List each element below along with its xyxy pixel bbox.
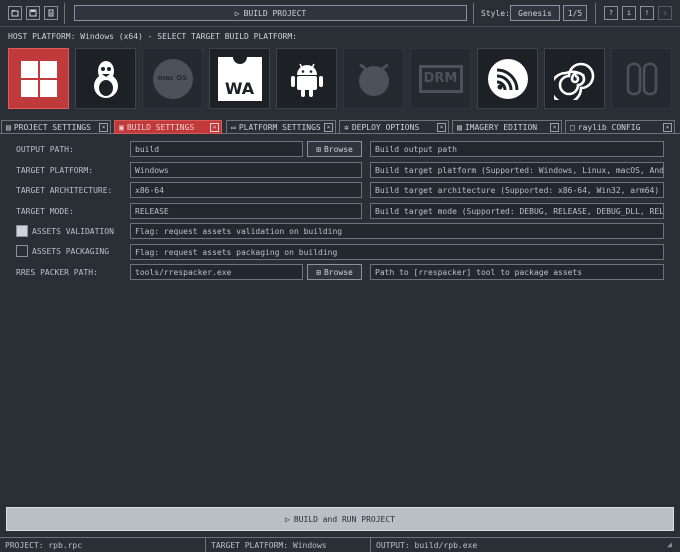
spiral-icon: [553, 62, 594, 100]
tab-deploy-options[interactable]: ✲ DEPLOY OPTIONS ×: [339, 120, 449, 134]
status-separator: [370, 537, 371, 552]
platform-raspberry[interactable]: [544, 48, 605, 109]
folder-icon: ⊞: [316, 267, 321, 277]
platform-webassembly[interactable]: WA: [209, 48, 270, 109]
assets-packaging-help: Flag: request assets packaging on buildi…: [130, 244, 664, 260]
folder-icon: ⊞: [316, 144, 321, 154]
platform-windows[interactable]: [8, 48, 69, 109]
tab-project-settings[interactable]: ▤ PROJECT SETTINGS ×: [1, 120, 111, 134]
status-separator: [205, 537, 206, 552]
tab-platform-settings[interactable]: ▭ PLATFORM SETTINGS ×: [226, 120, 336, 134]
status-bar: [0, 537, 680, 552]
assets-validation-help: Flag: request assets validation on build…: [130, 223, 664, 239]
windows-icon: [20, 60, 57, 97]
gear-icon: ✲: [344, 122, 349, 132]
toolbar-separator: [473, 3, 474, 24]
build-run-button[interactable]: ▷ BUILD and RUN PROJECT: [6, 507, 674, 531]
target-mode-label: TARGET MODE:: [16, 206, 74, 216]
monitor-icon: ▭: [231, 122, 236, 132]
close-icon[interactable]: ×: [663, 123, 672, 132]
drm-icon: DRM: [418, 64, 463, 93]
platform-esp32[interactable]: [477, 48, 538, 109]
play-icon: ▷: [285, 514, 290, 524]
style-label: Style:: [481, 8, 510, 18]
platform-linux[interactable]: [75, 48, 136, 109]
assets-validation-checkbox[interactable]: [16, 225, 28, 237]
resize-grip-icon[interactable]: ◢: [667, 540, 672, 549]
rres-packer-field[interactable]: tools/rrespacker.exe: [130, 264, 303, 280]
target-mode-help: Build target mode (Supported: DEBUG, REL…: [370, 203, 664, 219]
platform-switch[interactable]: [611, 48, 672, 109]
toolbar-separator: [595, 3, 596, 24]
tab-raylib-config[interactable]: □ raylib CONFIG ×: [565, 120, 675, 134]
close-icon[interactable]: ×: [550, 123, 559, 132]
platform-freebsd[interactable]: [343, 48, 404, 109]
platform-drm[interactable]: DRM: [410, 48, 471, 109]
status-output: OUTPUT: build/rpb.exe: [376, 540, 478, 550]
tab-build-settings[interactable]: ▣ BUILD SETTINGS ×: [114, 120, 222, 134]
close-icon[interactable]: ×: [210, 123, 219, 132]
platform-android[interactable]: [276, 48, 337, 109]
help-icon[interactable]: ?: [604, 6, 618, 20]
build-icon: ▣: [119, 122, 124, 132]
linux-icon: [93, 60, 118, 98]
platform-macos[interactable]: mac OS: [142, 48, 203, 109]
build-project-button[interactable]: ▷ BUILD PROJECT: [74, 5, 467, 21]
style-selector[interactable]: Genesis: [510, 5, 560, 21]
rres-packer-label: RRES PACKER PATH:: [16, 267, 98, 277]
target-mode-field[interactable]: RELEASE: [130, 203, 362, 219]
android-icon: [290, 63, 323, 97]
target-platform-help: Build target platform (Supported: Window…: [370, 162, 664, 178]
output-path-label: OUTPUT PATH:: [16, 144, 74, 154]
webassembly-icon: WA: [217, 56, 262, 101]
platform-row: mac OS WA DRM: [8, 48, 672, 111]
output-path-field[interactable]: build: [130, 141, 303, 157]
target-arch-label: TARGET ARCHITECTURE:: [16, 185, 113, 195]
warning-icon[interactable]: !: [640, 6, 654, 20]
target-platform-field[interactable]: Windows: [130, 162, 362, 178]
host-platform-text: HOST PLATFORM: Windows (x64) - SELECT TA…: [8, 32, 297, 41]
sponsor-icon[interactable]: ⇅: [658, 6, 672, 20]
info-icon[interactable]: i: [622, 6, 636, 20]
esp32-icon: [487, 58, 528, 99]
style-page-indicator[interactable]: 1/5: [563, 5, 587, 21]
rres-packer-help: Path to [rrespacker] tool to package ass…: [370, 264, 664, 280]
target-arch-help: Build target architecture (Supported: x8…: [370, 182, 664, 198]
target-platform-label: TARGET PLATFORM:: [16, 165, 94, 175]
toolbar-separator: [64, 3, 65, 24]
file-icon: ▤: [6, 122, 11, 132]
close-icon[interactable]: ×: [324, 123, 333, 132]
assets-packaging-checkbox[interactable]: [16, 245, 28, 257]
rres-browse-button[interactable]: ⊞ Browse: [307, 264, 362, 280]
switch-icon: [626, 62, 657, 95]
tab-imagery-edition[interactable]: ▧ IMAGERY EDITION ×: [452, 120, 562, 134]
image-icon: ▧: [457, 122, 462, 132]
output-browse-button[interactable]: ⊞ Browse: [307, 141, 362, 157]
export-icon[interactable]: [44, 6, 58, 20]
new-file-icon[interactable]: [8, 6, 22, 20]
target-arch-field[interactable]: x86-64: [130, 182, 362, 198]
freebsd-icon: [358, 63, 389, 96]
close-icon[interactable]: ×: [437, 123, 446, 132]
play-icon: ▷: [234, 8, 240, 18]
assets-packaging-label: ASSETS PACKAGING: [32, 246, 110, 256]
status-project: PROJECT: rpb.rpc: [5, 540, 83, 550]
save-icon[interactable]: [26, 6, 40, 20]
config-icon: □: [570, 122, 575, 132]
status-platform: TARGET PLATFORM: Windows: [211, 540, 327, 550]
output-path-help: Build output path: [370, 141, 664, 157]
build-project-label: BUILD PROJECT: [243, 8, 307, 18]
assets-validation-label: ASSETS VALIDATION: [32, 226, 114, 236]
close-icon[interactable]: ×: [99, 123, 108, 132]
macos-icon: mac OS: [152, 58, 193, 99]
